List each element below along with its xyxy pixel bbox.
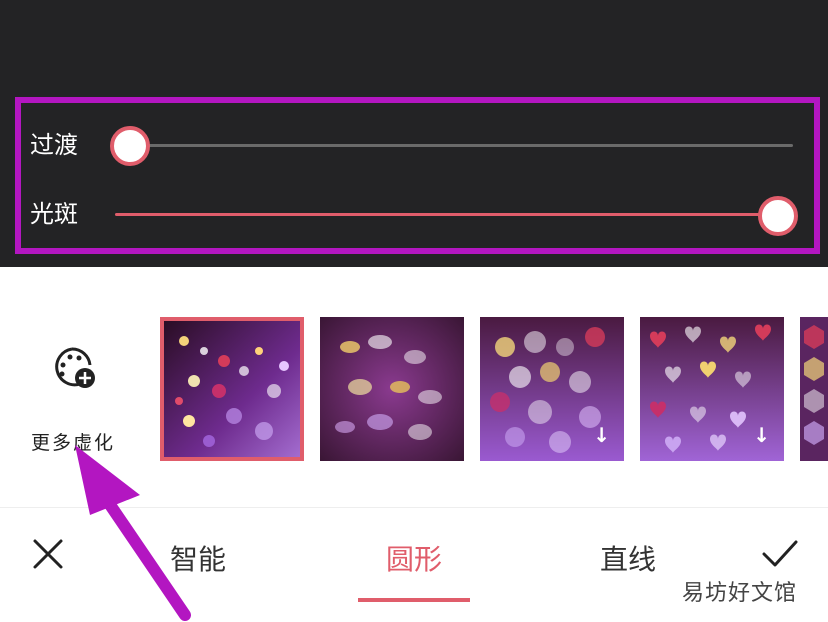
effect-thumb-swirl[interactable] [320,317,464,461]
bokeh-slider-thumb[interactable] [758,196,798,236]
transition-slider-track[interactable] [130,144,793,147]
effect-thumb-hexagons[interactable] [800,317,828,461]
highlight-box [15,97,820,254]
check-icon[interactable] [760,536,800,572]
effect-thumb-circles[interactable]: ↓ [480,317,624,461]
effect-thumb-hearts[interactable]: ↓ [640,317,784,461]
download-icon: ↓ [753,423,770,447]
watermark: 易坊好文馆 [682,581,798,606]
slider-label-transition: 过渡 [30,131,78,159]
active-tab-indicator [358,598,470,602]
transition-slider-thumb[interactable] [110,126,150,166]
slider-label-bokeh: 光斑 [30,200,78,228]
download-icon: ↓ [593,423,610,447]
bokeh-slider-track[interactable] [115,213,780,216]
tab-line[interactable]: 直线 [600,538,656,578]
annotation-arrow [75,445,191,621]
tab-circle[interactable]: 圆形 [386,538,442,578]
